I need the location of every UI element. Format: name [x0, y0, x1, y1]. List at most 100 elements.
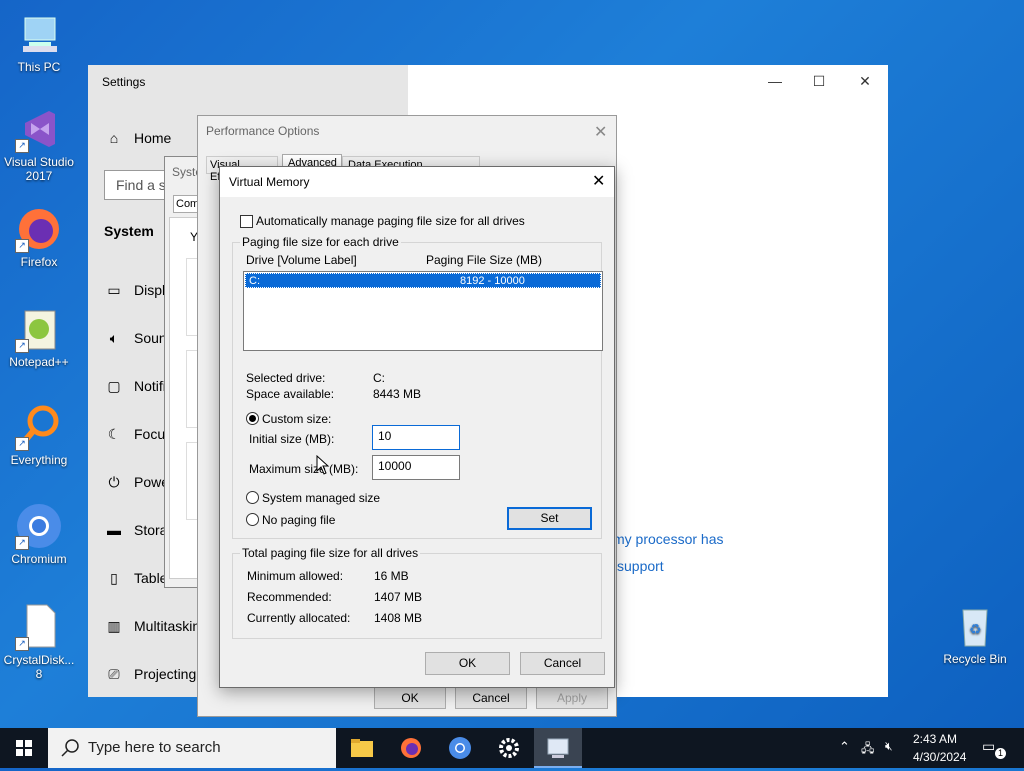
volume-muted-icon[interactable]: 🔇︎	[885, 739, 893, 754]
space-available-value: 8443 MB	[373, 387, 422, 401]
notification-count-badge: 1	[995, 748, 1006, 759]
custom-size-radio[interactable]	[246, 412, 259, 425]
desktop-icon-recycle-bin[interactable]: ♻ Recycle Bin	[937, 602, 1013, 666]
cancel-button[interactable]: Cancel	[520, 652, 605, 675]
home-icon: ⌂	[109, 130, 119, 146]
projecting-icon: ⎚	[108, 666, 120, 682]
firefox-icon	[401, 738, 421, 758]
row-drive: C:	[249, 275, 260, 287]
visual-studio-icon: ↗	[15, 105, 63, 153]
desktop-icon-notepadpp[interactable]: ↗ Notepad++	[1, 305, 77, 369]
row-size: 8192 - 10000	[460, 275, 525, 287]
virtual-memory-dialog: Virtual Memory ✕ Automatically manage pa…	[219, 166, 615, 688]
drive-list[interactable]: C: 8192 - 10000	[243, 271, 603, 351]
taskbar-search-input[interactable]: Type here to search	[48, 728, 336, 768]
auto-manage-label: Automatically manage paging file size fo…	[256, 214, 525, 228]
taskbar-chromium[interactable]	[436, 728, 484, 768]
network-icon[interactable]: 🖧︎	[861, 739, 874, 760]
ok-button[interactable]: OK	[425, 652, 510, 675]
clock-time[interactable]: 2:43 AM	[913, 732, 957, 746]
computer-icon	[15, 10, 63, 58]
search-icon	[61, 739, 79, 757]
clock-date[interactable]: 4/30/2024	[913, 750, 966, 764]
nav-label: Projecting	[134, 666, 197, 682]
desktop-icon-this-pc[interactable]: This PC	[1, 10, 77, 74]
initial-size-label: Initial size (MB):	[249, 432, 335, 446]
action-center-icon[interactable]: ▭	[982, 738, 995, 755]
nav-label: Table	[134, 570, 168, 586]
taskbar-firefox[interactable]	[387, 728, 435, 768]
perf-ok-button[interactable]: OK	[374, 687, 446, 709]
nav-label: Displ	[134, 282, 166, 298]
no-paging-radio[interactable]	[246, 513, 259, 526]
perf-apply-button[interactable]: Apply	[536, 687, 608, 709]
chevron-up-icon[interactable]: ⌃	[839, 739, 850, 755]
nav-projecting[interactable]: ⎚ Projecting	[104, 666, 196, 683]
moon-icon: ☾	[107, 426, 121, 442]
nav-home[interactable]: ⌂ Home	[104, 130, 172, 146]
taskbar-settings[interactable]	[485, 728, 533, 768]
minimize-button[interactable]: —	[760, 73, 790, 89]
no-paging-label: No paging file	[262, 513, 336, 527]
maximum-size-input[interactable]: 10000	[372, 455, 460, 480]
nav-power[interactable]: ⏻ Powe	[104, 474, 169, 491]
nav-multitasking[interactable]: ▥ Multitaskin	[104, 618, 200, 635]
svg-text:♻: ♻	[969, 621, 982, 637]
minimum-allowed-value: 16 MB	[374, 569, 409, 583]
section-heading: System	[104, 223, 154, 239]
initial-size-input[interactable]: 10	[372, 425, 460, 450]
monitor-icon: ▭	[107, 282, 121, 298]
support-link[interactable]: support	[617, 558, 664, 574]
currently-allocated-label: Currently allocated:	[247, 611, 351, 625]
nav-label: Notifi	[134, 378, 166, 394]
notepadpp-icon: ↗	[15, 305, 63, 353]
desktop-icon-label: CrystalDisk... 8	[3, 653, 75, 681]
column-header-size: Paging File Size (MB)	[426, 253, 543, 267]
maximize-button[interactable]: ☐	[804, 73, 834, 90]
desktop-icon-visual-studio[interactable]: ↗ Visual Studio 2017	[1, 105, 77, 183]
taskbar-file-explorer[interactable]	[338, 728, 386, 768]
desktop-icon-crystaldisk[interactable]: ↗ CrystalDisk... 8	[1, 603, 77, 681]
processor-link[interactable]: my processor has	[613, 531, 723, 547]
system-properties-icon	[547, 738, 569, 758]
taskbar: Type here to search ⌃ 🖧︎ 🔇︎ 2:43 AM 4/30…	[0, 728, 1024, 768]
set-button[interactable]: Set	[507, 507, 592, 530]
search-placeholder: Find a s	[116, 177, 166, 193]
nav-label: Focu	[134, 426, 166, 442]
desktop-icon-label: Firefox	[20, 255, 58, 269]
desktop-icon-label: Everything	[10, 453, 68, 467]
desktop-icon-label: Recycle Bin	[943, 652, 1007, 666]
nav-home-label: Home	[134, 130, 172, 146]
chromium-icon	[449, 737, 471, 759]
nav-display[interactable]: ▭ Displ	[104, 282, 165, 299]
firefox-icon: ↗	[15, 205, 63, 253]
recommended-value: 1407 MB	[374, 590, 423, 604]
chromium-icon: ↗	[15, 502, 63, 550]
close-icon[interactable]: ✕	[592, 171, 605, 191]
auto-manage-checkbox[interactable]	[240, 215, 253, 228]
nav-sound[interactable]: 🔈︎ Soun	[104, 330, 167, 347]
gear-icon	[499, 738, 519, 758]
desktop-icon-label: Visual Studio 2017	[4, 155, 74, 183]
nav-focus[interactable]: ☾ Focu	[104, 426, 165, 443]
close-button[interactable]: ✕	[850, 73, 880, 90]
nav-storage[interactable]: ▬ Stora	[104, 522, 167, 538]
start-button[interactable]	[0, 728, 48, 768]
taskbar-system-properties[interactable]	[534, 728, 582, 768]
desktop-icon-chromium[interactable]: ↗ Chromium	[1, 502, 77, 566]
nav-tablet[interactable]: ▯ Table	[104, 570, 167, 587]
settings-title: Settings	[102, 75, 146, 89]
custom-size-label: Custom size:	[262, 412, 332, 426]
close-icon[interactable]: ✕	[594, 122, 607, 142]
perf-cancel-button[interactable]: Cancel	[455, 687, 527, 709]
nav-notifications[interactable]: ▢ Notifi	[104, 378, 166, 395]
system-managed-radio[interactable]	[246, 491, 259, 504]
folder-icon	[351, 739, 373, 757]
recommended-label: Recommended:	[247, 590, 332, 604]
recycle-bin-icon: ♻	[951, 602, 999, 650]
desktop-icon-firefox[interactable]: ↗ Firefox	[1, 205, 77, 269]
desktop-icon-everything[interactable]: ↗ Everything	[1, 403, 77, 467]
drive-list-row[interactable]: C: 8192 - 10000	[245, 273, 601, 288]
everything-search-icon: ↗	[15, 403, 63, 451]
desktop-icon-label: Notepad++	[9, 355, 69, 369]
